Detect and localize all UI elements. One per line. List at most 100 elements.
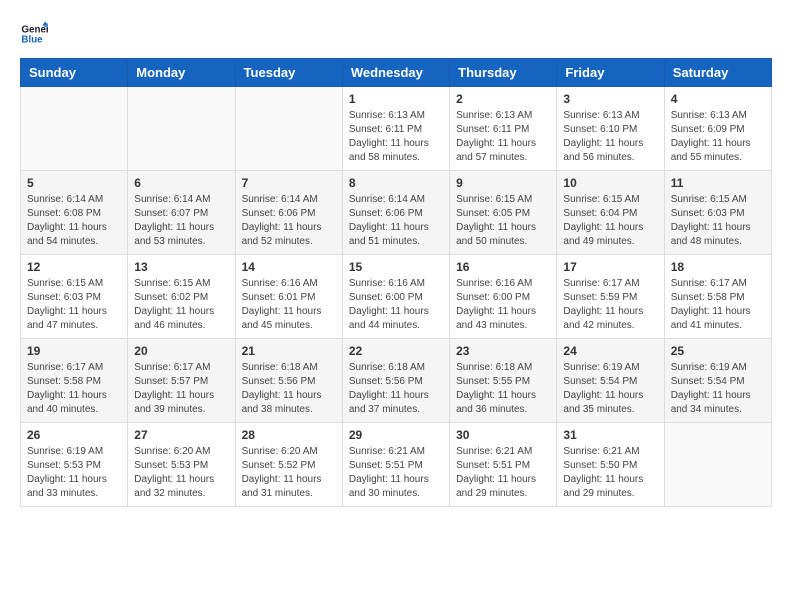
calendar-cell: 2 Sunrise: 6:13 AM Sunset: 6:11 PM Daylig… bbox=[450, 87, 557, 171]
day-number: 20 bbox=[134, 344, 228, 358]
calendar-cell: 16 Sunrise: 6:16 AM Sunset: 6:00 PM Dayli… bbox=[450, 255, 557, 339]
day-info: Sunrise: 6:19 AM Sunset: 5:54 PM Dayligh… bbox=[671, 361, 765, 417]
day-number: 13 bbox=[134, 260, 228, 274]
day-info: Sunrise: 6:15 AM Sunset: 6:05 PM Dayligh… bbox=[456, 193, 550, 249]
day-of-week-header: Wednesday bbox=[342, 59, 449, 87]
page-header: General Blue bbox=[20, 20, 772, 48]
day-number: 8 bbox=[349, 176, 443, 190]
day-of-week-header: Friday bbox=[557, 59, 664, 87]
day-info: Sunrise: 6:21 AM Sunset: 5:50 PM Dayligh… bbox=[563, 445, 657, 501]
day-number: 17 bbox=[563, 260, 657, 274]
calendar-cell: 4 Sunrise: 6:13 AM Sunset: 6:09 PM Daylig… bbox=[664, 87, 771, 171]
day-number: 2 bbox=[456, 92, 550, 106]
calendar-cell: 18 Sunrise: 6:17 AM Sunset: 5:58 PM Dayli… bbox=[664, 255, 771, 339]
day-info: Sunrise: 6:17 AM Sunset: 5:58 PM Dayligh… bbox=[671, 277, 765, 333]
day-info: Sunrise: 6:13 AM Sunset: 6:09 PM Dayligh… bbox=[671, 109, 765, 165]
logo-icon: General Blue bbox=[20, 20, 48, 48]
day-number: 6 bbox=[134, 176, 228, 190]
day-of-week-header: Sunday bbox=[21, 59, 128, 87]
day-number: 5 bbox=[27, 176, 121, 190]
day-info: Sunrise: 6:20 AM Sunset: 5:53 PM Dayligh… bbox=[134, 445, 228, 501]
calendar-cell: 20Sunrise: 6:17 AM Sunset: 5:57 PM Dayli… bbox=[128, 339, 235, 423]
day-number: 1 bbox=[349, 92, 443, 106]
calendar-cell: 17 Sunrise: 6:17 AM Sunset: 5:59 PM Dayli… bbox=[557, 255, 664, 339]
calendar-cell bbox=[664, 423, 771, 507]
calendar-week-row: 12 Sunrise: 6:15 AM Sunset: 6:03 PM Dayli… bbox=[21, 255, 772, 339]
day-info: Sunrise: 6:13 AM Sunset: 6:10 PM Dayligh… bbox=[563, 109, 657, 165]
calendar-cell: 11Sunrise: 6:15 AM Sunset: 6:03 PM Dayli… bbox=[664, 171, 771, 255]
day-number: 15 bbox=[349, 260, 443, 274]
day-number: 12 bbox=[27, 260, 121, 274]
day-info: Sunrise: 6:14 AM Sunset: 6:07 PM Dayligh… bbox=[134, 193, 228, 249]
day-info: Sunrise: 6:18 AM Sunset: 5:56 PM Dayligh… bbox=[349, 361, 443, 417]
day-number: 14 bbox=[242, 260, 336, 274]
day-number: 24 bbox=[563, 344, 657, 358]
calendar-cell: 26Sunrise: 6:19 AM Sunset: 5:53 PM Dayli… bbox=[21, 423, 128, 507]
calendar-cell: 22 Sunrise: 6:18 AM Sunset: 5:56 PM Dayli… bbox=[342, 339, 449, 423]
calendar-cell bbox=[21, 87, 128, 171]
calendar-cell: 14 Sunrise: 6:16 AM Sunset: 6:01 PM Dayli… bbox=[235, 255, 342, 339]
day-info: Sunrise: 6:19 AM Sunset: 5:54 PM Dayligh… bbox=[563, 361, 657, 417]
day-of-week-header: Tuesday bbox=[235, 59, 342, 87]
day-info: Sunrise: 6:18 AM Sunset: 5:55 PM Dayligh… bbox=[456, 361, 550, 417]
calendar-cell: 19 Sunrise: 6:17 AM Sunset: 5:58 PM Dayli… bbox=[21, 339, 128, 423]
calendar-week-row: 19 Sunrise: 6:17 AM Sunset: 5:58 PM Dayli… bbox=[21, 339, 772, 423]
day-info: Sunrise: 6:21 AM Sunset: 5:51 PM Dayligh… bbox=[349, 445, 443, 501]
calendar-cell: 25 Sunrise: 6:19 AM Sunset: 5:54 PM Dayli… bbox=[664, 339, 771, 423]
calendar-cell: 24 Sunrise: 6:19 AM Sunset: 5:54 PM Dayli… bbox=[557, 339, 664, 423]
day-of-week-header: Saturday bbox=[664, 59, 771, 87]
day-info: Sunrise: 6:14 AM Sunset: 6:08 PM Dayligh… bbox=[27, 193, 121, 249]
calendar-cell: 6 Sunrise: 6:14 AM Sunset: 6:07 PM Daylig… bbox=[128, 171, 235, 255]
day-info: Sunrise: 6:15 AM Sunset: 6:04 PM Dayligh… bbox=[563, 193, 657, 249]
day-info: Sunrise: 6:16 AM Sunset: 6:01 PM Dayligh… bbox=[242, 277, 336, 333]
day-number: 21 bbox=[242, 344, 336, 358]
day-number: 7 bbox=[242, 176, 336, 190]
day-number: 4 bbox=[671, 92, 765, 106]
logo: General Blue bbox=[20, 20, 52, 48]
day-number: 18 bbox=[671, 260, 765, 274]
day-number: 25 bbox=[671, 344, 765, 358]
day-number: 19 bbox=[27, 344, 121, 358]
day-info: Sunrise: 6:16 AM Sunset: 6:00 PM Dayligh… bbox=[456, 277, 550, 333]
day-info: Sunrise: 6:21 AM Sunset: 5:51 PM Dayligh… bbox=[456, 445, 550, 501]
calendar-week-row: 5 Sunrise: 6:14 AM Sunset: 6:08 PM Daylig… bbox=[21, 171, 772, 255]
calendar-cell: 27Sunrise: 6:20 AM Sunset: 5:53 PM Dayli… bbox=[128, 423, 235, 507]
calendar-table: SundayMondayTuesdayWednesdayThursdayFrid… bbox=[20, 58, 772, 507]
day-info: Sunrise: 6:13 AM Sunset: 6:11 PM Dayligh… bbox=[349, 109, 443, 165]
day-number: 22 bbox=[349, 344, 443, 358]
calendar-header-row: SundayMondayTuesdayWednesdayThursdayFrid… bbox=[21, 59, 772, 87]
day-number: 28 bbox=[242, 428, 336, 442]
day-info: Sunrise: 6:18 AM Sunset: 5:56 PM Dayligh… bbox=[242, 361, 336, 417]
day-info: Sunrise: 6:15 AM Sunset: 6:03 PM Dayligh… bbox=[27, 277, 121, 333]
calendar-cell: 7Sunrise: 6:14 AM Sunset: 6:06 PM Daylig… bbox=[235, 171, 342, 255]
calendar-cell: 3 Sunrise: 6:13 AM Sunset: 6:10 PM Daylig… bbox=[557, 87, 664, 171]
svg-text:Blue: Blue bbox=[21, 34, 43, 45]
day-info: Sunrise: 6:17 AM Sunset: 5:59 PM Dayligh… bbox=[563, 277, 657, 333]
calendar-cell: 9Sunrise: 6:15 AM Sunset: 6:05 PM Daylig… bbox=[450, 171, 557, 255]
calendar-cell: 12 Sunrise: 6:15 AM Sunset: 6:03 PM Dayli… bbox=[21, 255, 128, 339]
calendar-cell: 10 Sunrise: 6:15 AM Sunset: 6:04 PM Dayli… bbox=[557, 171, 664, 255]
calendar-cell: 8Sunrise: 6:14 AM Sunset: 6:06 PM Daylig… bbox=[342, 171, 449, 255]
day-info: Sunrise: 6:13 AM Sunset: 6:11 PM Dayligh… bbox=[456, 109, 550, 165]
day-number: 10 bbox=[563, 176, 657, 190]
calendar-cell bbox=[235, 87, 342, 171]
calendar-cell bbox=[128, 87, 235, 171]
day-number: 31 bbox=[563, 428, 657, 442]
calendar-week-row: 1 Sunrise: 6:13 AM Sunset: 6:11 PM Daylig… bbox=[21, 87, 772, 171]
calendar-cell: 5 Sunrise: 6:14 AM Sunset: 6:08 PM Daylig… bbox=[21, 171, 128, 255]
calendar-cell: 21 Sunrise: 6:18 AM Sunset: 5:56 PM Dayli… bbox=[235, 339, 342, 423]
day-of-week-header: Thursday bbox=[450, 59, 557, 87]
calendar-cell: 1 Sunrise: 6:13 AM Sunset: 6:11 PM Daylig… bbox=[342, 87, 449, 171]
day-number: 26 bbox=[27, 428, 121, 442]
day-number: 3 bbox=[563, 92, 657, 106]
day-number: 16 bbox=[456, 260, 550, 274]
calendar-week-row: 26Sunrise: 6:19 AM Sunset: 5:53 PM Dayli… bbox=[21, 423, 772, 507]
day-info: Sunrise: 6:15 AM Sunset: 6:02 PM Dayligh… bbox=[134, 277, 228, 333]
day-info: Sunrise: 6:16 AM Sunset: 6:00 PM Dayligh… bbox=[349, 277, 443, 333]
calendar-cell: 29 Sunrise: 6:21 AM Sunset: 5:51 PM Dayli… bbox=[342, 423, 449, 507]
calendar-cell: 13 Sunrise: 6:15 AM Sunset: 6:02 PM Dayli… bbox=[128, 255, 235, 339]
day-number: 30 bbox=[456, 428, 550, 442]
calendar-cell: 15 Sunrise: 6:16 AM Sunset: 6:00 PM Dayli… bbox=[342, 255, 449, 339]
day-info: Sunrise: 6:17 AM Sunset: 5:58 PM Dayligh… bbox=[27, 361, 121, 417]
day-number: 29 bbox=[349, 428, 443, 442]
